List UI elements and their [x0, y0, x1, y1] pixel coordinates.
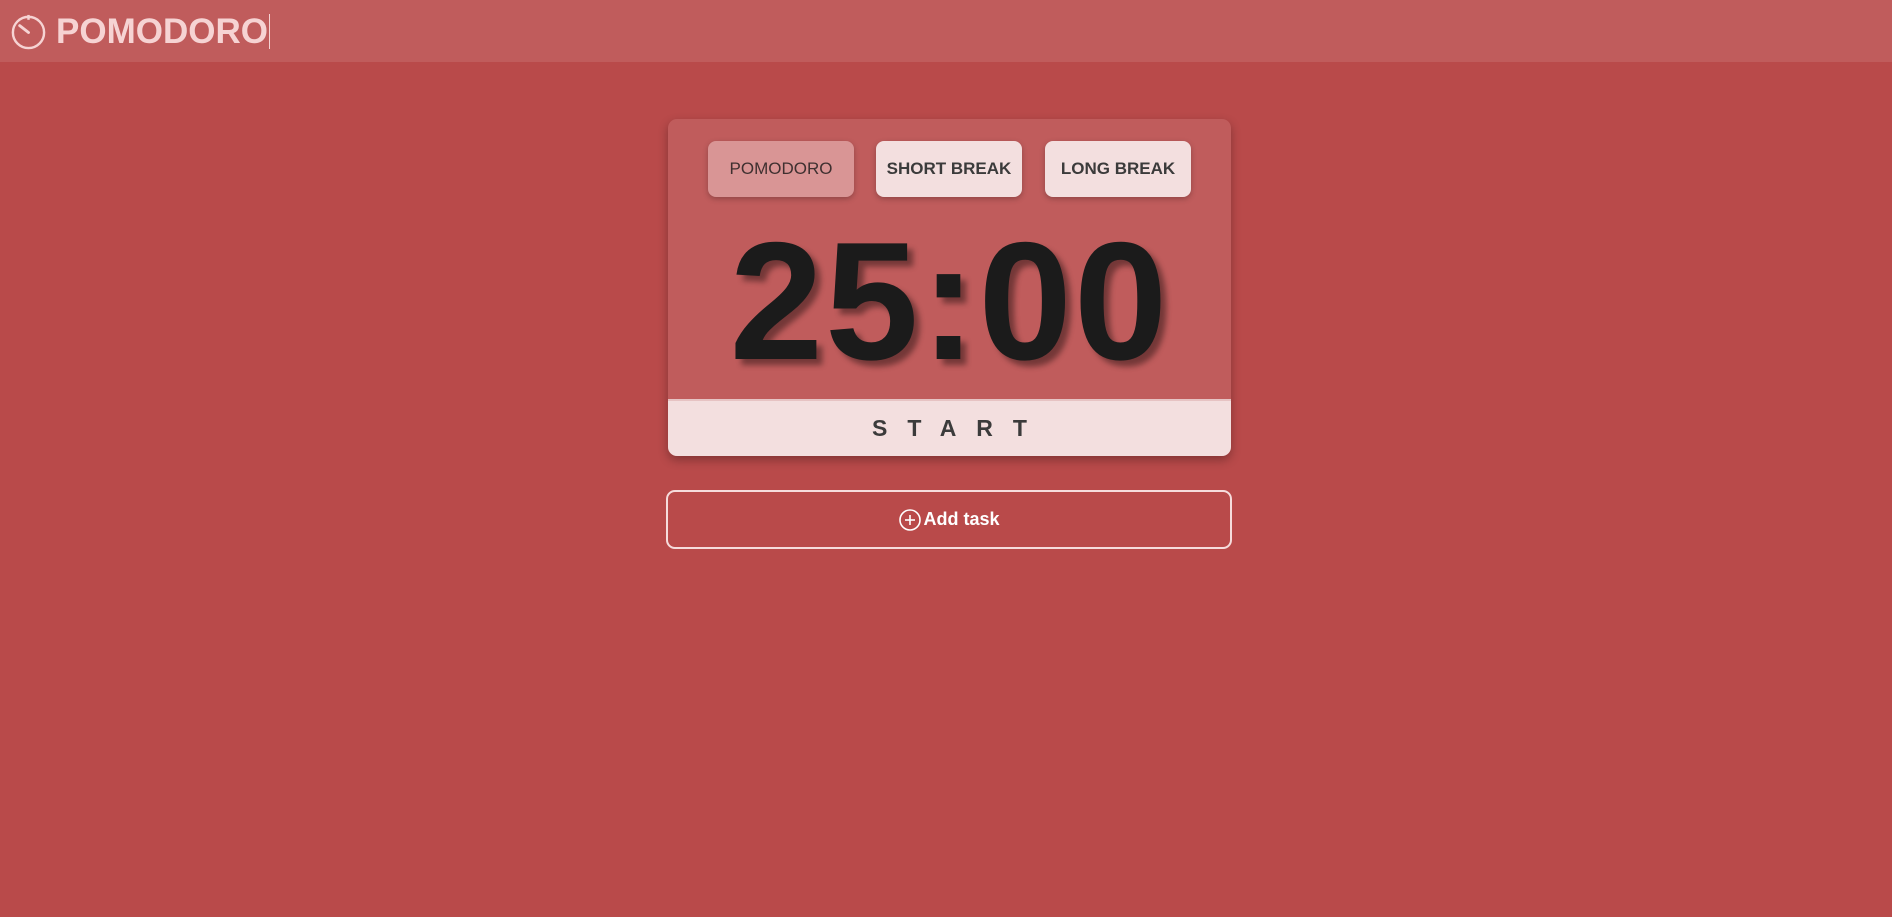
- start-button[interactable]: START: [668, 399, 1231, 456]
- timer-icon: [9, 12, 48, 51]
- top-bar: POMODORO: [0, 0, 1892, 62]
- timer-display: 25:00: [729, 207, 1170, 395]
- timer-card: POMODORO SHORT BREAK LONG BREAK 25:00 ST…: [668, 119, 1231, 456]
- app-title: POMODORO: [56, 11, 270, 51]
- add-task-label: Add task: [923, 509, 1000, 529]
- pomodoro-mode-button[interactable]: POMODORO: [708, 141, 854, 197]
- add-task-button[interactable]: Add task: [666, 490, 1232, 549]
- short-break-mode-button[interactable]: SHORT BREAK: [876, 141, 1022, 197]
- long-break-mode-button[interactable]: LONG BREAK: [1045, 141, 1191, 197]
- plus-circle-icon: [898, 508, 922, 532]
